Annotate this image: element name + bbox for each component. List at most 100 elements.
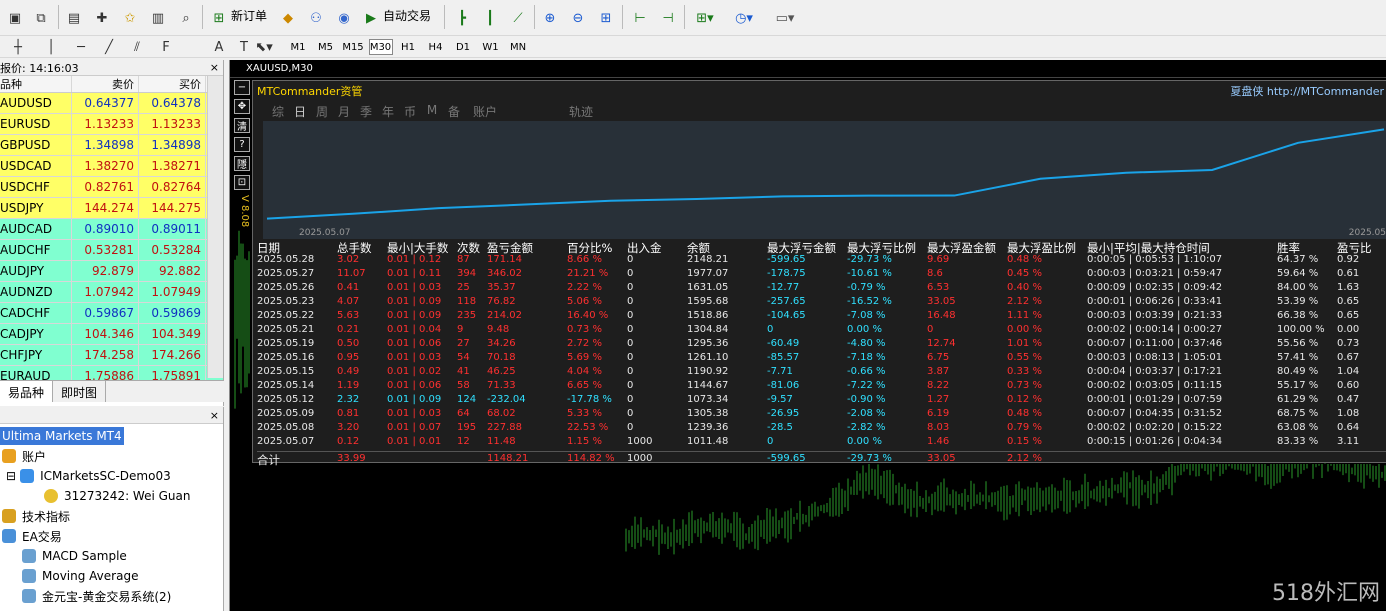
nav-account[interactable]: 31273242: Wei Guan — [44, 487, 191, 505]
auto-trade-icon[interactable]: ▶ — [362, 7, 380, 29]
crosshair-icon[interactable]: ┼ — [8, 36, 28, 58]
tile-windows-icon[interactable]: ⊞ — [596, 7, 616, 29]
hide-button[interactable]: 隱 — [234, 156, 250, 171]
scrollbar[interactable] — [207, 76, 223, 378]
period-tab[interactable]: 月 — [333, 103, 355, 120]
period-tab[interactable]: 日 — [289, 103, 311, 120]
channel-icon[interactable]: ⫽ — [128, 36, 146, 58]
chart-shift-icon[interactable]: ⊢ — [630, 7, 650, 29]
table-cell: -104.65 — [767, 310, 806, 321]
nav-accounts[interactable]: 账户 — [2, 447, 46, 465]
market-watch-icon[interactable]: ▤ — [64, 7, 84, 29]
indicators-icon[interactable]: ⊞▾ — [692, 7, 718, 29]
new-chart-icon[interactable]: ▣ — [4, 7, 26, 29]
auto-trade-button[interactable]: 自动交易 — [383, 7, 431, 24]
timeframe-h4[interactable]: H4 — [424, 39, 448, 55]
zoom-out-icon[interactable]: ⊖ — [568, 7, 588, 29]
col-symbol[interactable]: 品种 — [0, 76, 72, 92]
market-row[interactable]: EURUSD 1.13233 1.13233 — [0, 114, 223, 135]
timeframe-m30[interactable]: M30 — [368, 39, 393, 55]
table-cell: 46.25 — [487, 366, 516, 377]
candlestick-icon[interactable]: ┃ — [480, 7, 500, 29]
vertical-line-icon[interactable]: │ — [44, 36, 58, 58]
nav-ea-item[interactable]: Moving Average — [22, 567, 138, 585]
table-cell: 2025.05.22 — [257, 310, 315, 321]
restore-button[interactable]: ⊡ — [234, 175, 250, 190]
strategy-tester-icon[interactable]: ⌕ — [176, 7, 196, 29]
terminal-icon[interactable]: ▥ — [148, 7, 168, 29]
chart-window[interactable]: XAUUSD,M30 V 8.08 − ✥ 清 ? 隱 ⊡ MTCommande… — [229, 60, 1386, 611]
trajectory-tab[interactable]: 轨迹 — [569, 103, 593, 120]
nav-ea-item[interactable]: 金元宝-黄金交易系统(2) — [22, 587, 171, 605]
timeframe-m1[interactable]: M1 — [286, 39, 310, 55]
period-tab[interactable]: 综 — [267, 103, 289, 120]
signals-icon[interactable]: ◉ — [334, 7, 354, 29]
history-icon[interactable]: ⚇ — [306, 7, 326, 29]
table-cell: 0.60 — [1337, 380, 1360, 391]
trendline-icon[interactable]: ╱ — [100, 36, 118, 58]
market-row[interactable]: CADCHF 0.59867 0.59869 — [0, 303, 223, 324]
tab-tick-chart[interactable]: 即时图 — [53, 381, 107, 402]
panel-link[interactable]: 夏盘侠 http://MTCommander — [1230, 83, 1384, 99]
nav-ea[interactable]: EA交易 — [2, 527, 62, 545]
autoscroll-icon[interactable]: ⊣ — [658, 7, 678, 29]
tab-symbols[interactable]: 易品种 — [0, 381, 54, 402]
new-order-icon[interactable]: ⊞ — [208, 7, 230, 29]
timeframe-w1[interactable]: W1 — [479, 39, 503, 55]
new-order-button[interactable]: 新订单 — [231, 7, 267, 24]
col-ask[interactable]: 买价 — [139, 76, 206, 92]
period-tab[interactable]: 币 — [399, 103, 421, 120]
bid-cell: 174.258 — [72, 345, 139, 365]
table-cell: 76.82 — [487, 296, 516, 307]
fibonacci-icon[interactable]: F — [156, 36, 176, 58]
text-label-icon[interactable]: T — [236, 36, 252, 58]
clear-button[interactable]: 清 — [234, 118, 250, 133]
timeframe-mn[interactable]: MN — [506, 39, 530, 55]
help-button[interactable]: ? — [234, 137, 250, 152]
move-icon[interactable]: ✥ — [234, 99, 250, 114]
period-tab[interactable]: 账户 — [465, 103, 505, 120]
timeframe-m15[interactable]: M15 — [341, 39, 365, 55]
nav-root[interactable]: Ultima Markets MT4 — [0, 427, 124, 445]
market-row[interactable]: AUDUSD 0.64377 0.64378 — [0, 93, 223, 114]
market-row[interactable]: GBPUSD 1.34898 1.34898 — [0, 135, 223, 156]
profiles-icon[interactable]: ⧉ — [30, 7, 52, 29]
col-bid[interactable]: 卖价 — [72, 76, 139, 92]
period-tab[interactable]: 季 — [355, 103, 377, 120]
text-icon[interactable]: A — [212, 36, 226, 58]
minimize-button[interactable]: − — [234, 80, 250, 95]
close-icon[interactable]: × — [210, 61, 219, 74]
arrows-icon[interactable]: ⬉▾ — [255, 36, 272, 58]
table-cell: 0:00:07 | 0:04:35 | 0:31:52 — [1087, 408, 1223, 419]
timeframe-d1[interactable]: D1 — [451, 39, 475, 55]
bar-chart-icon[interactable]: ┣ — [452, 7, 472, 29]
close-icon[interactable]: × — [210, 409, 219, 422]
navigator-icon[interactable]: ✩ — [120, 7, 140, 29]
line-chart-icon[interactable]: ⟋ — [508, 7, 528, 29]
market-row[interactable]: USDCAD 1.38270 1.38271 — [0, 156, 223, 177]
market-row[interactable]: AUDCAD 0.89010 0.89011 — [0, 219, 223, 240]
nav-server[interactable]: ⊟ ICMarketsSC-Demo03 — [6, 467, 171, 485]
period-tab[interactable]: 年 — [377, 103, 399, 120]
nav-ea-item[interactable]: MACD Sample — [22, 547, 127, 565]
timeframe-h1[interactable]: H1 — [396, 39, 420, 55]
zoom-in-icon[interactable]: ⊕ — [540, 7, 560, 29]
period-tab[interactable]: M — [421, 103, 443, 120]
market-row[interactable]: AUDJPY 92.879 92.882 — [0, 261, 223, 282]
data-window-icon[interactable]: ✚ — [92, 7, 112, 29]
period-tab[interactable]: 周 — [311, 103, 333, 120]
market-row[interactable]: AUDNZD 1.07942 1.07949 — [0, 282, 223, 303]
market-row[interactable]: USDCHF 0.82761 0.82764 — [0, 177, 223, 198]
nav-indicators[interactable]: 技术指标 — [2, 507, 70, 525]
market-row[interactable]: USDJPY 144.274 144.275 — [0, 198, 223, 219]
timeframe-m5[interactable]: M5 — [314, 39, 338, 55]
market-row[interactable]: CADJPY 104.346 104.349 — [0, 324, 223, 345]
horizontal-line-icon[interactable]: ─ — [72, 36, 90, 58]
meta-editor-icon[interactable]: ◆ — [278, 7, 298, 29]
market-row[interactable]: AUDCHF 0.53281 0.53284 — [0, 240, 223, 261]
period-tab[interactable]: 备 — [443, 103, 465, 120]
table-cell: 58 — [457, 380, 470, 391]
templates-icon[interactable]: ▭▾ — [770, 7, 800, 29]
periods-icon[interactable]: ◷▾ — [730, 7, 758, 29]
market-row[interactable]: CHFJPY 174.258 174.266 — [0, 345, 223, 366]
